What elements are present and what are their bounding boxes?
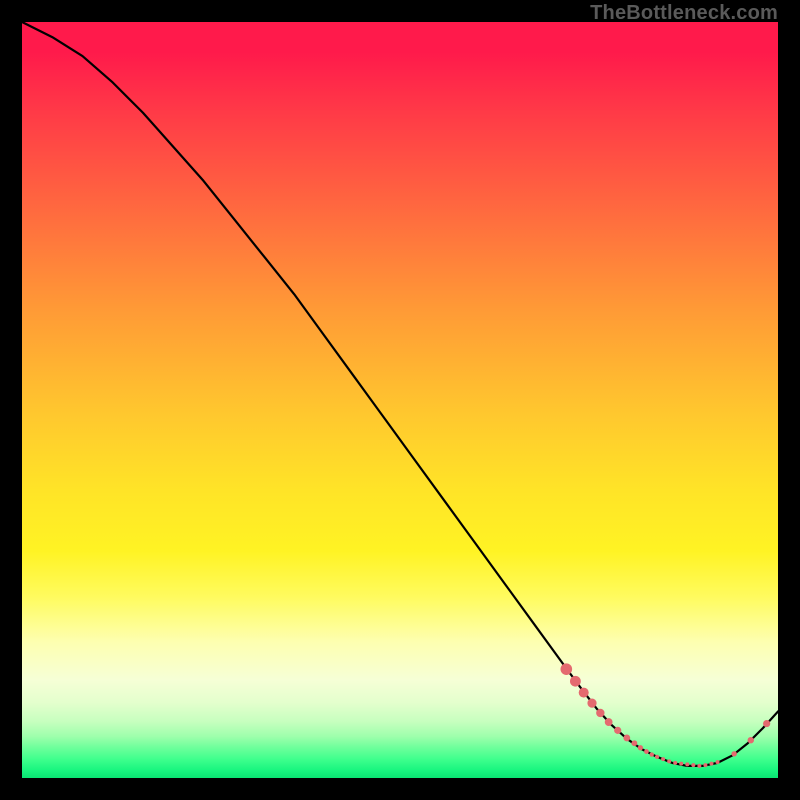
- data-marker: [679, 762, 683, 766]
- data-marker: [748, 737, 754, 743]
- data-marker: [614, 727, 621, 734]
- data-marker: [731, 751, 736, 756]
- data-marker: [650, 752, 654, 756]
- data-marker: [631, 740, 637, 746]
- data-marker: [623, 735, 630, 742]
- data-marker: [691, 763, 695, 767]
- data-marker: [661, 757, 665, 761]
- data-marker: [716, 760, 720, 764]
- data-marker: [697, 764, 701, 768]
- chart-svg: [22, 22, 778, 778]
- plot-area: [22, 22, 778, 778]
- data-marker: [667, 759, 671, 763]
- data-marker: [709, 762, 713, 766]
- data-marker: [596, 709, 604, 717]
- data-marker: [655, 755, 659, 759]
- data-marker: [763, 720, 770, 727]
- data-marker: [644, 749, 649, 754]
- data-marker: [579, 688, 589, 698]
- marker-group: [561, 663, 771, 768]
- data-marker: [685, 762, 689, 766]
- bottleneck-curve: [22, 22, 778, 766]
- chart-stage: TheBottleneck.com: [0, 0, 800, 800]
- data-marker: [703, 763, 707, 767]
- data-marker: [605, 718, 613, 726]
- data-marker: [587, 699, 596, 708]
- data-marker: [570, 676, 581, 687]
- data-marker: [561, 663, 573, 675]
- data-marker: [673, 761, 677, 765]
- data-marker: [638, 745, 643, 750]
